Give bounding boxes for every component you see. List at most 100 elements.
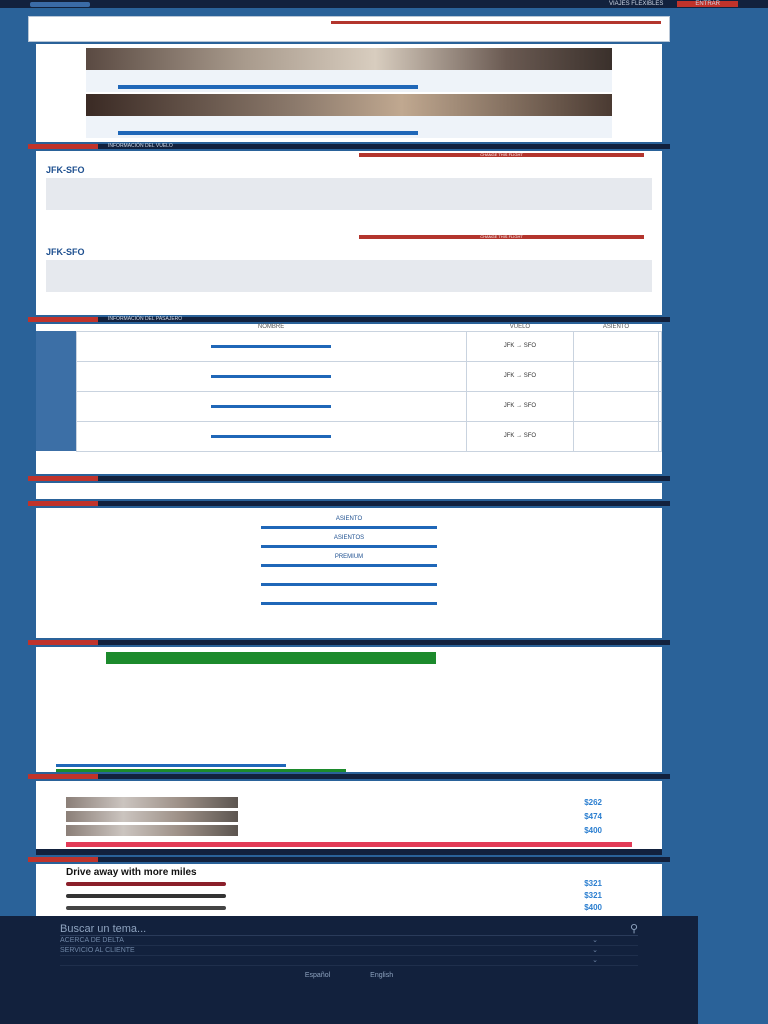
- hotel-item[interactable]: $262: [66, 796, 632, 809]
- edit-passenger-link[interactable]: [211, 434, 332, 438]
- edit-passenger-link[interactable]: [211, 374, 332, 378]
- passenger-name: [75, 420, 467, 452]
- section-title: INFORMACIÓN DEL VUELO: [108, 143, 173, 149]
- site-footer: Buscar un tema... ⚲ ACERCA DE DELTA ⌄ SE…: [0, 916, 698, 1024]
- passenger-table: NOMBRE VUELO ASIENTO JFK → SFO JFK → SFO: [36, 324, 663, 452]
- header-name: NOMBRE: [257, 324, 285, 331]
- section-tag: [28, 500, 98, 506]
- car-image: [66, 905, 226, 910]
- notice-panel: [28, 482, 670, 499]
- hotel-item[interactable]: $400: [66, 824, 632, 837]
- sub-navigation: [0, 8, 768, 16]
- promo-select-button[interactable]: [118, 85, 418, 89]
- passenger-number: [36, 391, 76, 421]
- search-icon[interactable]: ⚲: [630, 922, 638, 935]
- passenger-number: [36, 331, 76, 361]
- flight-route: JFK-SFO: [46, 247, 85, 257]
- seats-header: [28, 500, 670, 506]
- passenger-extra[interactable]: [657, 330, 663, 362]
- travel-insurance: [36, 647, 662, 772]
- car-item[interactable]: $321: [66, 878, 632, 890]
- edit-passenger-link[interactable]: [211, 404, 332, 408]
- passenger-seat[interactable]: [573, 360, 659, 392]
- seat-option[interactable]: ASIENTO: [261, 512, 437, 529]
- promo-card: [86, 94, 612, 140]
- notice-text: [36, 483, 662, 499]
- hotel-thumbnail: [66, 824, 238, 836]
- passenger-extra[interactable]: [657, 390, 663, 422]
- passenger-route: JFK → SFO: [465, 330, 575, 362]
- car-title: Drive away with more miles: [66, 866, 197, 878]
- passenger-route: JFK → SFO: [465, 360, 575, 392]
- language-option-es[interactable]: Español: [305, 972, 330, 979]
- trip-summary-text: [37, 19, 331, 39]
- section-tag: [28, 475, 98, 481]
- edit-passenger-link[interactable]: [211, 344, 332, 348]
- insurance-accept-button[interactable]: [56, 768, 346, 772]
- language-option-en[interactable]: English: [370, 972, 393, 979]
- seats-panel: ASIENTO ASIENTOS PREMIUM: [28, 507, 670, 638]
- hotel-thumbnail: [66, 810, 238, 822]
- footer-link[interactable]: SERVICIO AL CLIENTE ⌄: [60, 946, 638, 956]
- passenger-info-header: INFORMACIÓN DEL PASAJERO: [28, 316, 670, 322]
- passenger-extra[interactable]: [657, 360, 663, 392]
- hotel-price: $262: [584, 797, 602, 807]
- hotel-item[interactable]: $474: [66, 810, 632, 823]
- hotel-price: $400: [584, 825, 602, 835]
- insurance-banner: [106, 651, 436, 664]
- car-item[interactable]: $400: [66, 902, 632, 914]
- car-price: $321: [584, 879, 602, 888]
- footer-link-label[interactable]: ACERCA DE DELTA: [60, 936, 124, 945]
- flight-panel: CHANGE THIS FLIGHT JFK-SFO CHANGE THIS F…: [28, 151, 670, 315]
- footer-search[interactable]: Buscar un tema... ⚲: [60, 922, 638, 936]
- hotel-offers: $262 $474 $400: [36, 781, 662, 849]
- main-content: INFORMACIÓN DEL VUELO CHANGE THIS FLIGHT…: [28, 16, 670, 940]
- promo-image: [86, 48, 612, 70]
- seat-option[interactable]: ASIENTOS: [261, 531, 437, 548]
- header-cell: [36, 324, 76, 331]
- hotel-price: $474: [584, 811, 602, 821]
- passenger-number: [36, 361, 76, 391]
- passenger-seat[interactable]: [573, 420, 659, 452]
- table-row: JFK → SFO: [36, 420, 663, 452]
- passenger-seat[interactable]: [573, 390, 659, 422]
- passenger-seat[interactable]: [573, 330, 659, 362]
- trip-summary-actions: [331, 19, 661, 39]
- seat-option[interactable]: [261, 588, 437, 605]
- passenger-route: JFK → SFO: [465, 390, 575, 422]
- header-cell: [658, 324, 661, 331]
- flight-details: [46, 178, 652, 210]
- change-flight-button[interactable]: CHANGE THIS FLIGHT: [359, 153, 644, 157]
- insurance-link[interactable]: [56, 763, 286, 767]
- passenger-name: [75, 360, 467, 392]
- search-input[interactable]: Buscar un tema...: [60, 923, 146, 935]
- seat-option[interactable]: PREMIUM: [261, 550, 437, 567]
- menu-item-flexible[interactable]: VIAJES FLEXIBLES: [609, 1, 663, 7]
- section-tag: [28, 144, 98, 149]
- header-flight: VUELO: [509, 324, 531, 331]
- footer-link-label[interactable]: SERVICIO AL CLIENTE: [60, 946, 135, 955]
- flight-route: JFK-SFO: [46, 165, 85, 175]
- footer-link[interactable]: ACERCA DE DELTA ⌄: [60, 936, 638, 946]
- section-tag: [28, 773, 98, 779]
- chevron-down-icon: ⌄: [592, 957, 598, 964]
- car-item[interactable]: $321: [66, 890, 632, 902]
- seat-option[interactable]: [261, 569, 437, 586]
- promo-select-button[interactable]: [118, 131, 418, 135]
- see-more-hotels-button[interactable]: [66, 841, 632, 847]
- hotel-panel: $262 $474 $400: [28, 780, 670, 855]
- insurance-header: [28, 639, 670, 645]
- passenger-extra[interactable]: [657, 420, 663, 452]
- delta-logo[interactable]: [30, 1, 90, 7]
- flight-details: [46, 260, 652, 292]
- passenger-route: JFK → SFO: [465, 420, 575, 452]
- section-tag: [28, 856, 98, 862]
- enter-button[interactable]: ENTRAR: [677, 1, 738, 7]
- section-tag: [28, 639, 98, 645]
- footer-link[interactable]: ⌄: [60, 956, 638, 966]
- promo-panel: [28, 44, 670, 142]
- table-row: JFK → SFO: [36, 330, 663, 362]
- continue-bar[interactable]: [331, 21, 661, 24]
- change-flight-button[interactable]: CHANGE THIS FLIGHT: [359, 235, 644, 239]
- hotel-footer-strip: [36, 848, 662, 855]
